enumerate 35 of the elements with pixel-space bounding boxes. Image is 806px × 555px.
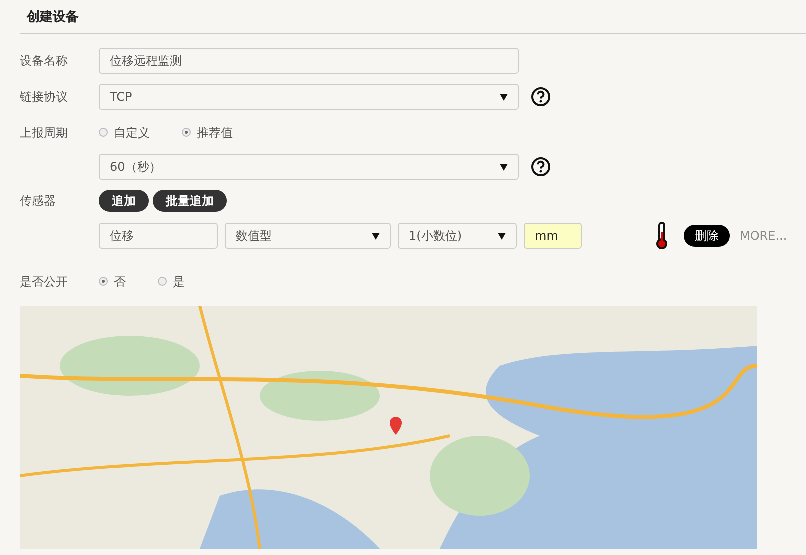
- dropdown[interactable]: 60（秒）: [99, 154, 519, 180]
- caret-icon: [500, 162, 508, 170]
- radio-label: 是: [173, 274, 185, 290]
- dropdown-value: 60（秒）: [110, 158, 162, 176]
- add-button[interactable]: 追加: [99, 190, 149, 212]
- sensor-name-field[interactable]: 位移: [99, 222, 218, 248]
- help-icon[interactable]: [531, 86, 551, 106]
- radio-label: 否: [114, 274, 126, 290]
- text-field[interactable]: 位移远程监测: [99, 48, 519, 74]
- radio-label: 自定义: [114, 124, 150, 142]
- field-label: 是否公开: [20, 274, 68, 288]
- caret-icon: [500, 92, 508, 100]
- radio-button[interactable]: [99, 277, 108, 286]
- caret-icon: [372, 232, 380, 240]
- radio-label: 推荐值: [197, 124, 233, 142]
- dropdown[interactable]: 1(小数位): [398, 222, 517, 248]
- dropdown-value: 1(小数位): [409, 228, 462, 244]
- dropdown-value: TCP: [110, 88, 132, 106]
- dropdown[interactable]: TCP: [99, 84, 519, 110]
- add-button[interactable]: 批量追加: [153, 190, 227, 212]
- unit-field[interactable]: mm: [524, 222, 582, 248]
- dropdown-value: 数值型: [236, 228, 272, 244]
- field-label: 传感器: [20, 194, 56, 208]
- dropdown[interactable]: 数值型: [225, 222, 391, 248]
- field-label: 设备名称: [20, 54, 68, 68]
- thermometer-icon: [656, 222, 668, 250]
- section-title: 创建设备: [27, 10, 79, 25]
- field-label: 上报周期: [20, 126, 68, 140]
- caret-icon: [498, 232, 506, 240]
- delete-button[interactable]: 删除: [684, 224, 730, 246]
- field-label: 链接协议: [20, 90, 68, 104]
- radio-button[interactable]: [99, 128, 108, 137]
- radio-button[interactable]: [182, 128, 191, 137]
- radio-button[interactable]: [158, 277, 167, 286]
- help-icon[interactable]: [531, 156, 551, 176]
